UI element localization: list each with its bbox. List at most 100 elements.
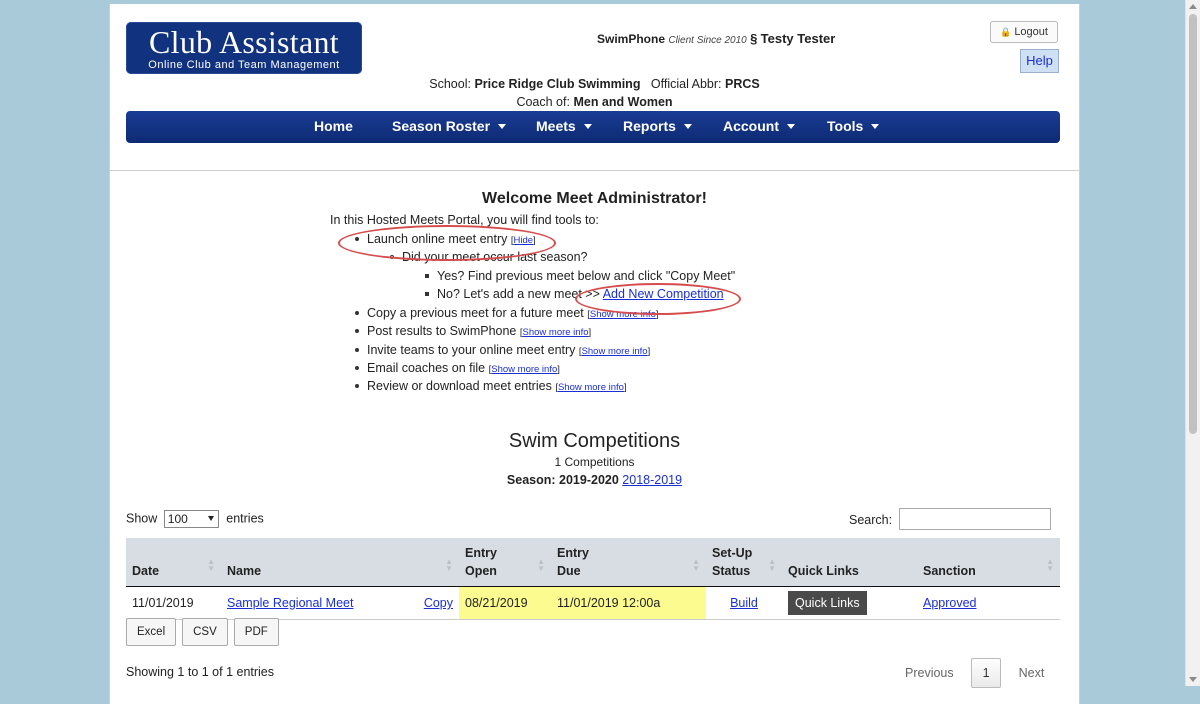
nav-account-label: Account (723, 118, 779, 134)
cell-name: Sample Regional Meet Copy (221, 586, 459, 620)
csv-button[interactable]: CSV (182, 618, 228, 646)
col-entry-due[interactable]: Entry Due ▲ ▼ (551, 538, 706, 587)
caret-down-icon (871, 123, 880, 129)
nav-reports-label: Reports (623, 118, 676, 134)
col-entry-open-label-2: Open (465, 564, 497, 578)
col-setup-label-2: Status (712, 564, 751, 578)
nav-meets[interactable]: Meets (536, 111, 592, 143)
col-quick-links-label: Quick Links (788, 564, 859, 578)
season-selector: Season: 2019-2020 2018-2019 (110, 473, 1079, 487)
table-header-row: Date ▲ ▼ Name ▲ ▼ Entry Open ▲ ▼ Entry Due ▲ ▼ Set… (126, 538, 1060, 587)
school-label: School: (429, 77, 471, 91)
bullet-icon (355, 310, 359, 315)
next-button[interactable]: Next (1019, 666, 1045, 680)
build-link[interactable]: Build (730, 596, 758, 610)
help-button[interactable]: Help (1020, 49, 1059, 73)
sort-icon: ▲ ▼ (692, 557, 700, 573)
nav-tools-label: Tools (827, 118, 864, 134)
search-label: Search: (849, 513, 893, 527)
excel-button[interactable]: Excel (126, 618, 177, 646)
nav-home[interactable]: Home (314, 111, 353, 143)
table-info: Showing 1 to 1 of 1 entries (126, 665, 275, 679)
col-name[interactable]: Name ▲ ▼ (221, 538, 459, 587)
section-mark: § (750, 31, 758, 46)
nav-season-roster[interactable]: Season Roster (392, 111, 507, 143)
nav-meets-label: Meets (536, 118, 576, 134)
scroll-down-icon[interactable] (1189, 677, 1197, 682)
coach-info: Coach of: Men and Women (110, 95, 1079, 109)
show-more-link[interactable]: Show more info (582, 346, 648, 357)
col-entry-open-label-1: Entry (465, 546, 497, 560)
nav-season-roster-label: Season Roster (392, 118, 491, 134)
welcome-title: Welcome Meet Administrator! (482, 190, 707, 207)
caret-down-icon (498, 123, 507, 129)
copy-meet-link[interactable]: Copy (424, 596, 453, 610)
previous-button[interactable]: Previous (905, 666, 954, 680)
invite-text: Invite teams to your online meet entry (367, 343, 576, 357)
page-length-value: 100 (167, 512, 188, 526)
show-label: Show (126, 511, 158, 526)
col-entry-open[interactable]: Entry Open ▲ ▼ (459, 538, 551, 587)
competitions-title: Swim Competitions (508, 430, 681, 452)
review-text: Review or download meet entries (367, 379, 552, 393)
sort-icon: ▲ ▼ (768, 557, 776, 573)
page-scrollbar[interactable] (1185, 0, 1200, 686)
col-setup-status[interactable]: Set-Up Status ▲ ▼ (706, 538, 782, 587)
chevron-down-icon (207, 516, 214, 521)
show-more-link[interactable]: Show more info (491, 364, 557, 375)
school-name: Price Ridge Club Swimming (474, 77, 641, 91)
list-item-review: Review or download meet entries [Show mo… (355, 379, 627, 393)
scroll-up-icon[interactable] (1189, 4, 1197, 9)
caret-down-icon (583, 123, 592, 129)
caret-down-icon (787, 123, 795, 129)
club-assistant-logo[interactable]: Club Assistant Online Club and Team Mana… (126, 22, 362, 74)
page-length-select[interactable]: 100 (163, 510, 219, 528)
show-more-link[interactable]: Show more info (558, 382, 624, 393)
header-divider (110, 170, 1079, 171)
col-sanction[interactable]: Sanction ▲ ▼ (917, 538, 1060, 587)
logout-button[interactable]: 🔒 Logout (990, 21, 1058, 43)
sort-icon: ▲ ▼ (537, 557, 545, 573)
col-date[interactable]: Date ▲ ▼ (126, 538, 221, 587)
nav-tools[interactable]: Tools (827, 111, 880, 143)
main-nav: Home Season Roster Meets Reports Account… (126, 111, 1060, 143)
list-item-yes: Yes? Find previous meet below and click … (425, 269, 735, 283)
cell-date: 11/01/2019 (126, 586, 221, 620)
col-sanction-label: Sanction (923, 564, 976, 578)
col-quick-links: Quick Links (782, 538, 917, 587)
cell-entry-due: 11/01/2019 12:00a (551, 586, 706, 620)
page-1-button[interactable]: 1 (971, 658, 1002, 688)
page-container: Club Assistant Online Club and Team Mana… (109, 4, 1080, 704)
cell-entry-open: 08/21/2019 (459, 586, 551, 620)
school-info: School: Price Ridge Club Swimming Offici… (110, 77, 1079, 91)
nav-reports[interactable]: Reports (623, 111, 692, 143)
bullet-icon (355, 328, 359, 333)
quick-links-button[interactable]: Quick Links (788, 591, 867, 615)
sort-icon: ▲ ▼ (1046, 557, 1054, 573)
abbr-label: Official Abbr: (650, 77, 722, 91)
show-more-link[interactable]: Show more info (523, 327, 589, 338)
scroll-thumb[interactable] (1189, 14, 1197, 434)
col-date-label: Date (132, 564, 160, 578)
annotation-oval-add-new (575, 283, 741, 315)
bullet-icon (355, 365, 359, 370)
sanction-link[interactable]: Approved (923, 596, 977, 610)
prev-season-link[interactable]: 2018-2019 (622, 473, 682, 487)
competitions-count: 1 Competitions (554, 455, 635, 469)
client-since: Client Since 2010 (668, 35, 747, 46)
pagination: Previous 1 Next (905, 658, 1044, 688)
cell-setup-status: Build (706, 586, 782, 620)
bullet-icon (355, 347, 359, 352)
search-input[interactable] (899, 508, 1051, 530)
col-setup-label-1: Set-Up (712, 546, 753, 560)
page-length-control: Show 100 entries (126, 510, 264, 528)
yes-text: Yes? Find previous meet below and click … (437, 269, 736, 283)
meet-name-link[interactable]: Sample Regional Meet (227, 596, 353, 610)
sort-icon: ▲ ▼ (207, 557, 215, 573)
pdf-button[interactable]: PDF (233, 618, 279, 646)
bullet-icon (425, 291, 429, 296)
copy-prev-text: Copy a previous meet for a future meet (367, 306, 584, 320)
caret-down-icon (683, 123, 692, 129)
nav-account[interactable]: Account (723, 111, 795, 143)
table-row: 11/01/2019 Sample Regional Meet Copy 08/… (126, 586, 1060, 620)
